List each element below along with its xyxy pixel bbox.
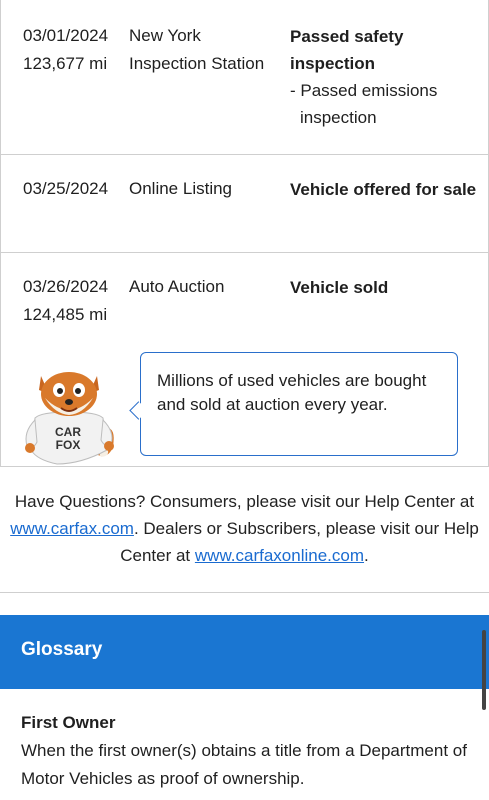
history-source: New York Inspection Station — [129, 22, 264, 78]
carfax-link[interactable]: www.carfax.com — [10, 519, 134, 538]
help-text: Have Questions? Consumers, please visit … — [0, 488, 489, 569]
scrollbar-thumb[interactable] — [482, 630, 486, 710]
date-text: 03/01/2024 — [23, 26, 109, 45]
glossary-term: First Owner — [21, 713, 116, 732]
history-date: 03/26/2024 124,485 mi — [23, 273, 108, 329]
tip-bubble: Millions of used vehicles are bought and… — [140, 352, 458, 456]
mileage-text: 123,677 mi — [23, 54, 108, 73]
source-line: Inspection Station — [129, 54, 265, 73]
svg-text:FOX: FOX — [56, 438, 81, 452]
history-row: 03/01/2024 123,677 mi New York Inspectio… — [1, 0, 488, 155]
history-row: 03/25/2024 Online Listing Vehicle offere… — [1, 155, 488, 253]
help-prefix: Have Questions? Consumers, please visit … — [14, 492, 475, 511]
glossary-definition: When the first owner(s) obtains a title … — [21, 741, 467, 788]
history-date: 03/25/2024 — [23, 175, 108, 203]
mileage-text: 124,485 mi — [23, 305, 108, 324]
source-line: Online Listing — [129, 179, 233, 198]
comment-main: Passed safety inspection — [290, 27, 404, 73]
history-source: Auto Auction — [129, 273, 224, 301]
glossary-title: Glossary — [21, 639, 103, 660]
carfox-mascot-icon: CAR FOX — [25, 372, 114, 465]
date-text: 03/26/2024 — [23, 277, 109, 296]
section-divider — [0, 592, 489, 593]
source-line: New York — [129, 26, 201, 45]
date-text: 03/25/2024 — [23, 179, 109, 198]
carfaxonline-link[interactable]: www.carfaxonline.com — [195, 546, 364, 565]
svg-text:CAR: CAR — [55, 425, 81, 439]
history-date: 03/01/2024 123,677 mi — [23, 22, 108, 78]
history-source: Online Listing — [129, 175, 232, 203]
source-line: Auto Auction — [129, 277, 225, 296]
history-comment: Passed safety inspection - Passed emissi… — [290, 23, 480, 131]
help-suffix: . — [364, 546, 369, 565]
history-comment: Vehicle offered for sale — [290, 176, 480, 203]
vehicle-history-table: 03/01/2024 123,677 mi New York Inspectio… — [0, 0, 489, 467]
history-comment: Vehicle sold — [290, 274, 480, 301]
glossary-header: Glossary — [0, 615, 489, 689]
comment-main: Vehicle offered for sale — [290, 180, 477, 199]
tip-text: Millions of used vehicles are bought and… — [157, 371, 427, 414]
comment-sub: - Passed emissions inspection — [290, 81, 438, 127]
comment-main: Vehicle sold — [290, 278, 389, 297]
